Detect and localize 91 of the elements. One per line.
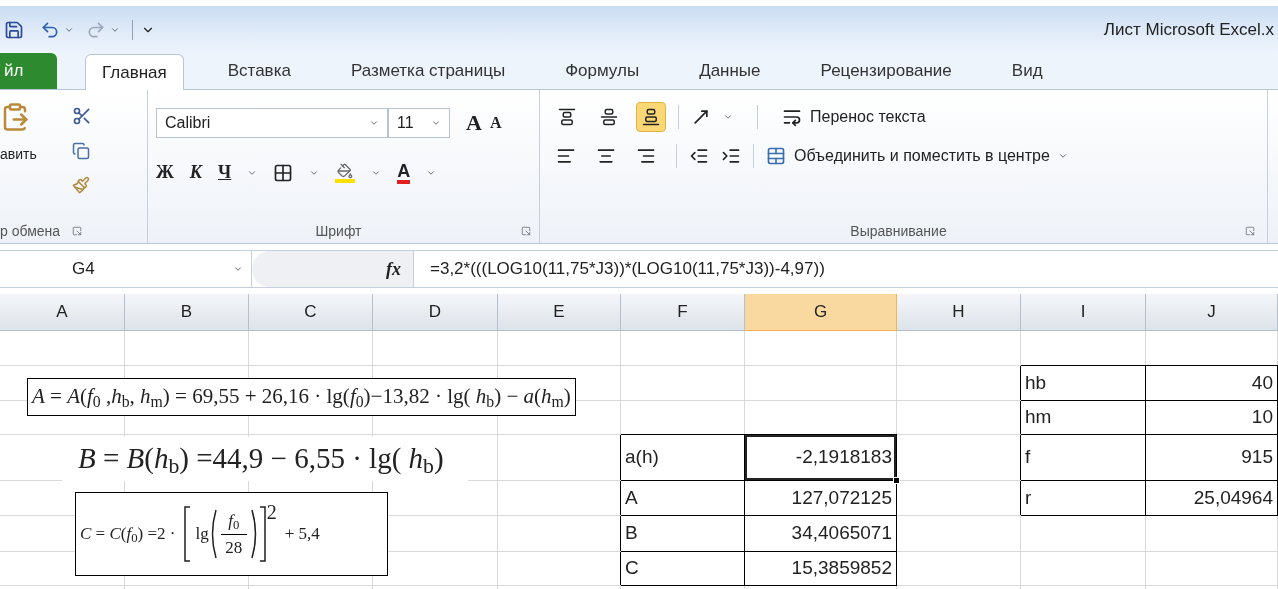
caret-icon xyxy=(110,25,120,35)
ribbon-tab[interactable]: Разметка страницы xyxy=(334,53,522,89)
table-cell-text: r xyxy=(1024,485,1033,510)
table-cell-text: f xyxy=(1024,445,1032,470)
table-cell-text: C xyxy=(624,556,640,581)
merge-icon xyxy=(766,146,786,166)
bold-button[interactable]: Ж xyxy=(156,159,174,186)
dialog-launcher-icon[interactable] xyxy=(1245,226,1255,236)
table-cell-text: 40 xyxy=(1250,370,1274,395)
table-cell-text: 915 xyxy=(1240,445,1274,470)
increase-indent-icon[interactable] xyxy=(721,146,741,166)
paste-button[interactable]: авить xyxy=(0,90,60,219)
ribbon-tab[interactable]: Данные xyxy=(683,53,777,89)
font-name-field[interactable]: Calibri xyxy=(156,107,388,138)
caret-icon xyxy=(233,264,243,274)
table-cell-text: A xyxy=(624,485,639,510)
wrap-text-icon xyxy=(782,107,802,127)
ribbon-tab[interactable]: Формулы xyxy=(549,53,656,89)
formula-image: A = A(f$_{0}$ ,h$_{b}$, h$_{m}$) = 69,55 + 26,16 · lg(f$_{0}$)−13,82 · lg( h$_{b}$) − a(h$_{m}$) xyxy=(27,378,576,416)
group-label: р обмена xyxy=(0,221,61,241)
table-cell-text: B xyxy=(624,521,639,546)
name-box[interactable]: G4 xyxy=(0,251,252,287)
formula-text: 2 xyxy=(266,500,277,525)
column-header[interactable]: C xyxy=(249,294,373,331)
save-icon[interactable] xyxy=(4,20,24,40)
table-cell-text: 25,04964 xyxy=(1192,485,1274,510)
align-left-icon[interactable] xyxy=(556,146,576,166)
window-title: Лист Microsoft Excel.x xyxy=(1103,19,1274,42)
middle-align-icon xyxy=(600,108,618,126)
paintbrush-icon[interactable] xyxy=(72,176,90,194)
file-tab[interactable]: йл xyxy=(0,53,57,89)
table-cell-text: 10 xyxy=(1250,405,1274,430)
dialog-launcher-icon[interactable] xyxy=(521,226,531,236)
copy-icon[interactable] xyxy=(72,142,90,160)
column-header[interactable]: D xyxy=(373,294,498,331)
top-align-icon xyxy=(558,108,576,126)
formula-text: f$_{0}$ xyxy=(228,510,240,534)
formula-text: + 5,4 xyxy=(284,523,320,546)
borders-icon[interactable] xyxy=(273,162,294,183)
bracket-icon xyxy=(258,506,267,562)
align-right-icon[interactable] xyxy=(636,146,656,166)
formula-image: B = B(h$_{b}$) =44,9 − 6,55 · lg( h$_{b}$) xyxy=(62,437,468,481)
scissors-icon[interactable] xyxy=(72,106,92,126)
dialog-launcher-icon[interactable] xyxy=(72,226,83,236)
font-color-button[interactable]: A xyxy=(397,161,411,184)
bottom-align-button[interactable] xyxy=(636,102,666,132)
column-header[interactable]: A xyxy=(0,294,125,331)
bracket-icon xyxy=(183,506,192,562)
caret-icon xyxy=(64,25,74,35)
group-label: Шрифт xyxy=(314,221,363,241)
fill-handle[interactable] xyxy=(893,477,900,484)
shrink-font-button[interactable]: A xyxy=(489,110,502,135)
formula-text: lg xyxy=(195,523,209,546)
ribbon-tab[interactable]: Главная xyxy=(85,54,184,90)
table-cell[interactable]: 34,4065071 xyxy=(745,516,896,551)
ribbon-tab[interactable]: Вставка xyxy=(211,53,307,89)
fill-color-icon[interactable] xyxy=(335,162,356,183)
wrap-text-button[interactable]: Перенос текста xyxy=(782,105,926,129)
italic-button[interactable]: К xyxy=(189,159,203,186)
column-header[interactable]: G xyxy=(745,294,897,331)
merge-center-button[interactable]: Объединить и поместить в центре xyxy=(766,144,1068,168)
orientation-icon[interactable] xyxy=(691,107,711,127)
caret-icon xyxy=(1057,151,1068,161)
formula-text: 28 xyxy=(225,536,243,559)
table-cell-text: hm xyxy=(1024,405,1053,430)
table-cell[interactable]: 127,072125 xyxy=(745,481,896,515)
table-cell[interactable]: -2,1918183 xyxy=(745,435,896,480)
group-label: Выравнивание xyxy=(849,221,948,241)
bottom-align-icon xyxy=(642,108,660,126)
formula-bar-splitter[interactable]: fx xyxy=(252,251,414,287)
caret-icon xyxy=(723,112,733,122)
column-header[interactable]: I xyxy=(1021,294,1146,331)
column-header[interactable]: H xyxy=(897,294,1021,331)
formula-field[interactable]: =3,2*(((LOG10(11,75*J3))*(LOG10(11,75*J3))-4,97)) xyxy=(414,251,1278,287)
column-header[interactable]: J xyxy=(1146,294,1278,331)
ribbon-tab[interactable]: Рецензирование xyxy=(804,53,968,89)
grow-font-button[interactable]: A xyxy=(466,106,482,139)
decrease-indent-icon[interactable] xyxy=(689,146,709,166)
ribbon-tab[interactable]: Вид xyxy=(995,53,1059,89)
table-cell-text: hb xyxy=(1024,370,1048,395)
align-center-icon[interactable] xyxy=(596,146,616,166)
table-cell[interactable]: 15,3859852 xyxy=(745,552,896,585)
underline-button[interactable]: Ч xyxy=(218,159,232,186)
column-header[interactable]: B xyxy=(125,294,249,331)
undo-icon[interactable] xyxy=(40,20,60,40)
parenthesis-icon xyxy=(250,509,259,559)
column-header[interactable]: E xyxy=(498,294,621,331)
font-size-field[interactable]: 11 xyxy=(388,107,450,138)
table-cell-text: a(h) xyxy=(624,445,660,470)
formula-text: C = C(f$_{0}$) =2 · xyxy=(80,523,176,547)
column-header[interactable]: F xyxy=(621,294,745,331)
